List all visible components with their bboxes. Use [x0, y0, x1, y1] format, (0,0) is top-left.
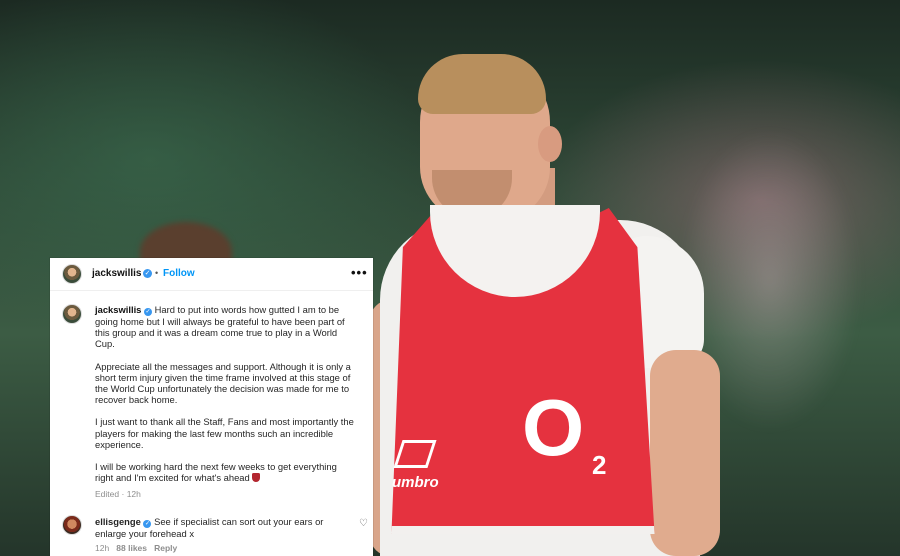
- verified-badge-icon: ✓: [143, 520, 152, 528]
- caption-paragraph-4: I will be working hard the next few week…: [95, 461, 357, 483]
- caption-paragraph-2: Appreciate all the messages and support.…: [95, 360, 351, 406]
- author-username[interactable]: jackswillis: [92, 268, 141, 279]
- comment-likes[interactable]: 88 likes: [116, 543, 147, 553]
- caption-text: I will be working hard the next few week…: [95, 461, 337, 484]
- verified-badge-icon: ✓: [144, 308, 152, 316]
- red-heart-emoji-icon: [252, 473, 261, 483]
- heart-like-icon[interactable]: ♡: [359, 518, 368, 529]
- caption-author-avatar[interactable]: [62, 304, 82, 324]
- comment-time: 12h: [95, 543, 110, 553]
- caption-paragraph-3: I just want to thank all the Staff, Fans…: [95, 416, 354, 450]
- verified-badge-icon: ✓: [143, 269, 152, 278]
- edited-label: Edited: [95, 489, 120, 499]
- comment-body: ellisgenge ✓ See if specialist can sort …: [95, 516, 345, 539]
- bib-brand-logo: umbro: [392, 474, 439, 491]
- bib-sponsor-logo-sub: 2: [592, 450, 607, 480]
- author-avatar[interactable]: [62, 264, 82, 284]
- post-caption: jackswillis ✓ Hard to put into words how…: [95, 304, 357, 494]
- bib-sponsor-logo: O: [522, 383, 585, 472]
- reply-button[interactable]: Reply: [154, 543, 177, 553]
- commenter-avatar[interactable]: [62, 515, 82, 535]
- player-hair: [418, 54, 546, 114]
- separator-dot: •: [155, 268, 159, 278]
- post-edited-meta: Edited · 12h: [95, 489, 141, 499]
- player-right-arm: [650, 350, 720, 556]
- follow-button[interactable]: Follow: [163, 268, 195, 279]
- edited-time: 12h: [126, 489, 141, 499]
- comment-meta: 12h 88 likes Reply: [95, 543, 177, 553]
- commenter-username[interactable]: ellisgenge: [95, 516, 141, 527]
- more-options-icon[interactable]: •••: [351, 265, 368, 280]
- caption-paragraph-1: jackswillis ✓ Hard to put into words how…: [95, 304, 357, 350]
- edited-dot: ·: [121, 489, 125, 499]
- caption-author-username[interactable]: jackswillis: [95, 304, 141, 315]
- player-ear: [538, 126, 562, 162]
- post-header: jackswillis ✓ • Follow •••: [50, 258, 373, 291]
